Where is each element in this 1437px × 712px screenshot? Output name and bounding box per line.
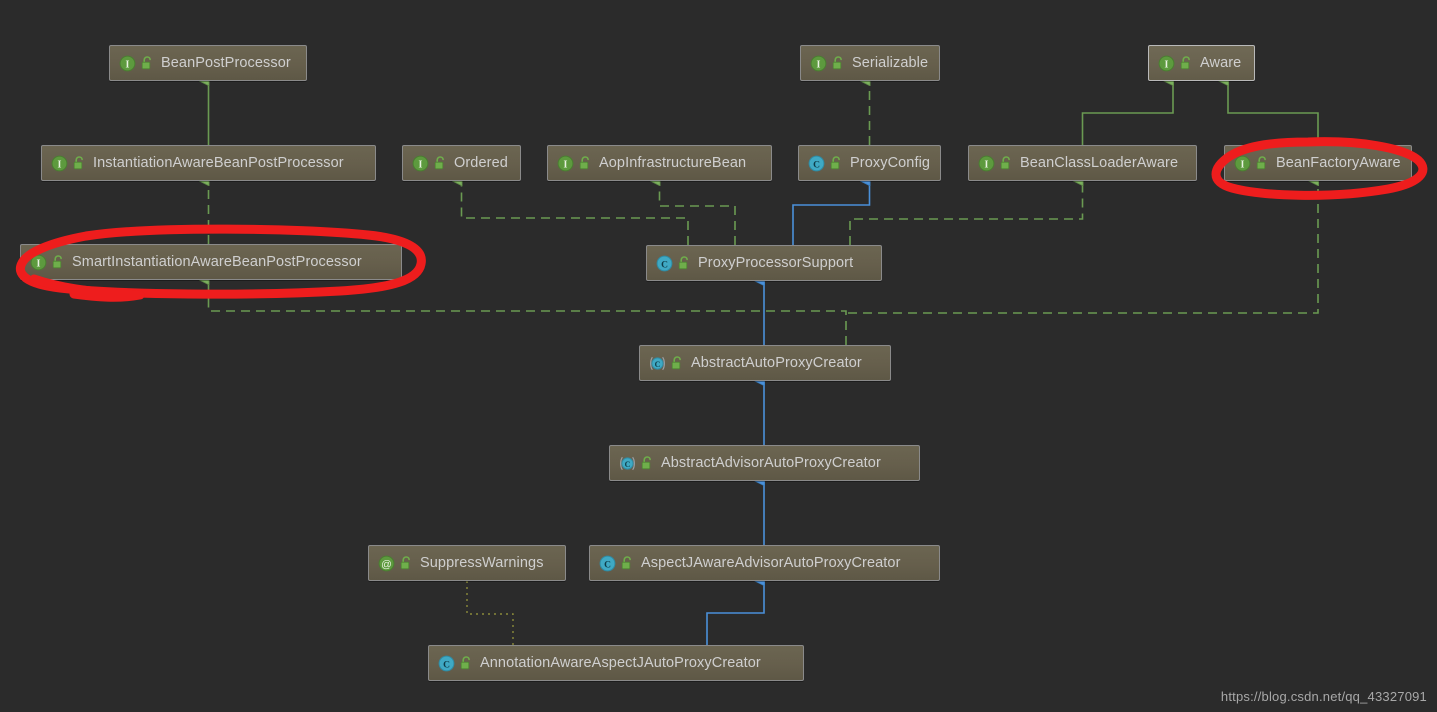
svg-text:C: C — [661, 260, 668, 270]
unlocked-public-icon — [670, 355, 684, 371]
uml-node-label: AbstractAutoProxyCreator — [691, 355, 862, 371]
uml-node-AspectJAwareAdvisorAutoProxyCreator[interactable]: C AspectJAwareAdvisorAutoProxyCreator — [589, 545, 940, 581]
interface-icon: I — [810, 55, 827, 72]
class-icon: C — [599, 555, 616, 572]
interface-icon: I — [30, 254, 47, 271]
edge-ProxyProcessorSupport-to-AopInfrastructureBean — [660, 181, 736, 245]
unlocked-public-icon — [1179, 55, 1193, 71]
class-icon: C — [656, 255, 673, 272]
edge-ProxyProcessorSupport-to-ProxyConfig — [792, 181, 870, 245]
edge-ProxyProcessorSupport-to-BeanClassLoaderAware — [849, 181, 1083, 245]
svg-text:C: C — [604, 560, 611, 570]
uml-diagram-canvas[interactable]: I BeanPostProcessor I Serializable I Aware I In… — [0, 0, 1437, 712]
interface-icon: I — [51, 155, 68, 172]
svg-text:C: C — [813, 160, 820, 170]
abstract-class-icon: C — [619, 455, 636, 472]
unlocked-public-icon — [140, 55, 154, 71]
uml-node-label: BeanClassLoaderAware — [1020, 155, 1179, 171]
uml-node-AbstractAutoProxyCreator[interactable]: C AbstractAutoProxyCreator — [639, 345, 891, 381]
interface-icon: I — [119, 55, 136, 72]
uml-node-label: ProxyProcessorSupport — [698, 255, 854, 271]
watermark-text: https://blog.csdn.net/qq_43327091 — [1220, 689, 1427, 704]
uml-node-label: SuppressWarnings — [420, 555, 544, 571]
svg-text:I: I — [1165, 59, 1169, 70]
uml-node-ProxyConfig[interactable]: C ProxyConfig — [798, 145, 941, 181]
unlocked-public-icon — [399, 555, 413, 571]
unlocked-public-icon — [578, 155, 592, 171]
unlocked-public-icon — [677, 255, 691, 271]
edge-BeanFactoryAware-to-Aware — [1228, 81, 1319, 145]
uml-node-label: AspectJAwareAdvisorAutoProxyCreator — [641, 555, 901, 571]
interface-icon: I — [557, 155, 574, 172]
svg-text:C: C — [655, 359, 661, 368]
uml-node-label: Ordered — [454, 155, 508, 171]
uml-node-ProxyProcessorSupport[interactable]: C ProxyProcessorSupport — [646, 245, 882, 281]
svg-text:I: I — [58, 159, 62, 170]
interface-icon: I — [1234, 155, 1251, 172]
abstract-class-icon: C — [649, 355, 666, 372]
svg-text:I: I — [1241, 159, 1245, 170]
class-icon: C — [808, 155, 825, 172]
uml-node-label: Aware — [1200, 55, 1242, 71]
unlocked-public-icon — [72, 155, 86, 171]
annotation-icon: @ — [378, 555, 395, 572]
svg-text:I: I — [37, 258, 41, 269]
edge-ProxyProcessorSupport-to-Ordered — [462, 181, 689, 245]
svg-text:I: I — [419, 159, 423, 170]
edge-BeanClassLoaderAware-to-Aware — [1081, 81, 1174, 145]
edge-AnnotationAwareAspectJAutoProxyCreator-to-AspectJAwareAdvisorAutoProxyCreator — [706, 581, 764, 645]
edge-AbstractAutoProxyCreator-to-BeanFactoryAware — [848, 181, 1318, 314]
uml-node-SmartInstantiationAwareBeanPostProcessor[interactable]: I SmartInstantiationAwareBeanPostProcesso… — [20, 244, 402, 280]
uml-node-BeanPostProcessor[interactable]: I BeanPostProcessor — [109, 45, 307, 81]
uml-node-Serializable[interactable]: I Serializable — [800, 45, 940, 81]
uml-node-label: BeanFactoryAware — [1276, 155, 1401, 171]
unlocked-public-icon — [829, 155, 843, 171]
unlocked-public-icon — [831, 55, 845, 71]
svg-text:I: I — [564, 159, 568, 170]
unlocked-public-icon — [51, 254, 65, 270]
unlocked-public-icon — [640, 455, 654, 471]
uml-node-BeanClassLoaderAware[interactable]: I BeanClassLoaderAware — [968, 145, 1197, 181]
uml-node-label: Serializable — [852, 55, 929, 71]
uml-node-label: AbstractAdvisorAutoProxyCreator — [661, 455, 881, 471]
uml-node-label: InstantiationAwareBeanPostProcessor — [93, 155, 344, 171]
edge-AbstractAutoProxyCreator-to-SmartInstantiationAwareBeanPostProcessor — [209, 280, 847, 345]
class-icon: C — [438, 655, 455, 672]
uml-node-AopInfrastructureBean[interactable]: I AopInfrastructureBean — [547, 145, 772, 181]
uml-node-label: ProxyConfig — [850, 155, 931, 171]
uml-node-BeanFactoryAware[interactable]: I BeanFactoryAware — [1224, 145, 1412, 181]
uml-node-label: SmartInstantiationAwareBeanPostProcessor — [72, 254, 362, 270]
svg-text:I: I — [817, 59, 821, 70]
interface-icon: I — [1158, 55, 1175, 72]
uml-node-Ordered[interactable]: I Ordered — [402, 145, 521, 181]
unlocked-public-icon — [620, 555, 634, 571]
interface-icon: I — [978, 155, 995, 172]
svg-text:I: I — [985, 159, 989, 170]
unlocked-public-icon — [433, 155, 447, 171]
uml-node-AnnotationAwareAspectJAutoProxyCreator[interactable]: C AnnotationAwareAspectJAutoProxyCreator — [428, 645, 804, 681]
edge-AnnotationAwareAspectJAutoProxyCreator-to-SuppressWarnings — [466, 581, 514, 645]
unlocked-public-icon — [999, 155, 1013, 171]
unlocked-public-icon — [1255, 155, 1269, 171]
uml-node-AbstractAdvisorAutoProxyCreator[interactable]: C AbstractAdvisorAutoProxyCreator — [609, 445, 920, 481]
unlocked-public-icon — [459, 655, 473, 671]
svg-text:@: @ — [381, 558, 392, 570]
interface-icon: I — [412, 155, 429, 172]
svg-text:C: C — [443, 660, 450, 670]
uml-node-label: AopInfrastructureBean — [599, 155, 747, 171]
svg-text:I: I — [126, 59, 130, 70]
uml-node-SuppressWarnings[interactable]: @ SuppressWarnings — [368, 545, 566, 581]
svg-text:C: C — [625, 459, 631, 468]
uml-node-Aware[interactable]: I Aware — [1148, 45, 1255, 81]
uml-node-label: AnnotationAwareAspectJAutoProxyCreator — [480, 655, 761, 671]
uml-node-label: BeanPostProcessor — [161, 55, 291, 71]
uml-node-InstantiationAwareBeanPostProcessor[interactable]: I InstantiationAwareBeanPostProcessor — [41, 145, 376, 181]
